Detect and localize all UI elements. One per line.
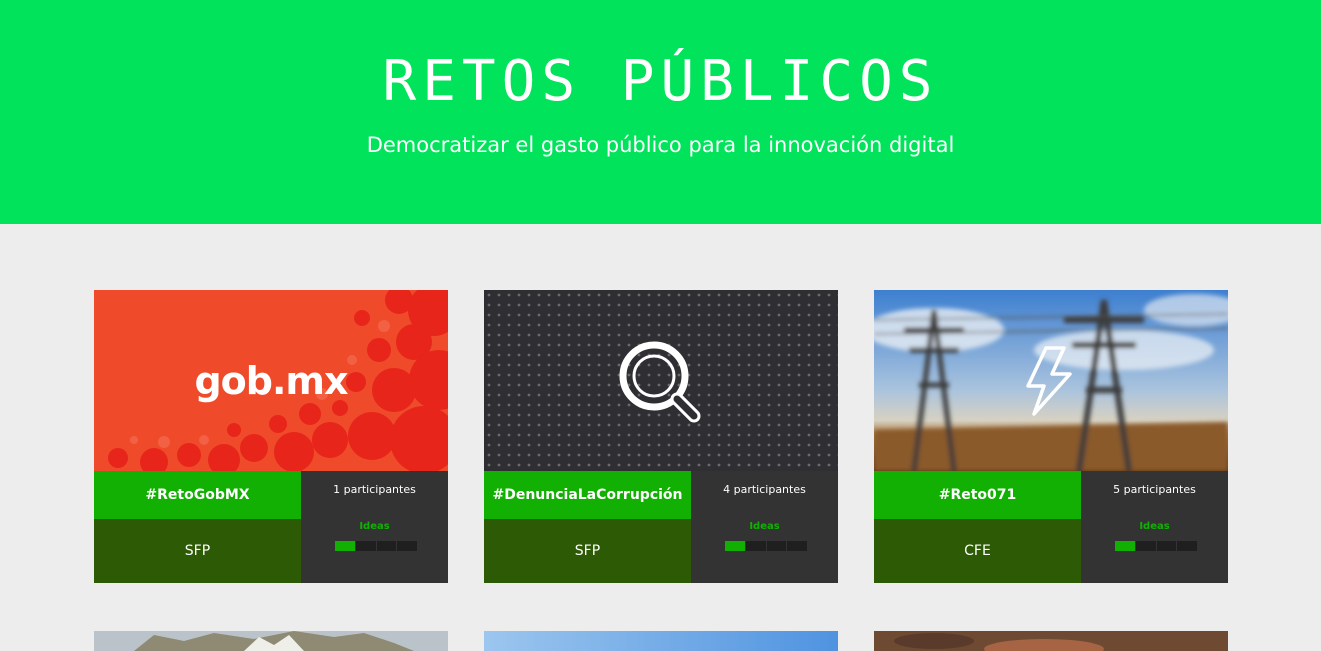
progress-segment (355, 541, 376, 551)
progress-segment (397, 541, 417, 551)
card-participants: 1 participantes (333, 483, 416, 496)
card-organization: SFP (484, 519, 691, 583)
card-participants: 4 participantes (723, 483, 806, 496)
progress-segment (1177, 541, 1197, 551)
card-image-partial (484, 631, 838, 651)
card-hashtag[interactable]: #Reto071 (874, 471, 1081, 519)
challenge-card-partial[interactable] (484, 631, 838, 651)
progress-segment (335, 541, 355, 551)
progress-segment (1115, 541, 1135, 551)
challenge-card-partial[interactable] (94, 631, 448, 651)
card-organization: SFP (94, 519, 301, 583)
card-image-partial (874, 631, 1228, 651)
challenge-card-partial[interactable] (874, 631, 1228, 651)
progress-segment (766, 541, 787, 551)
challenge-card[interactable]: #Reto071 CFE 5 participantes Ideas (874, 290, 1228, 583)
hero-banner: RETOS PÚBLICOS Democratizar el gasto púb… (0, 0, 1321, 224)
progress-segment (725, 541, 745, 551)
power-towers-image (874, 290, 1228, 471)
card-image[interactable] (874, 290, 1228, 471)
progress-segment (745, 541, 766, 551)
card-hashtag[interactable]: #DenunciaLaCorrupción (484, 471, 691, 519)
site-title: RETOS PÚBLICOS (382, 49, 939, 114)
card-stage-label: Ideas (359, 521, 390, 532)
card-stats: 1 participantes Ideas (301, 471, 448, 583)
card-stage-label: Ideas (1139, 521, 1170, 532)
dotted-pattern-image (484, 290, 838, 471)
card-stage-progress (335, 541, 417, 551)
challenge-card[interactable]: #DenunciaLaCorrupción SFP 4 participante… (484, 290, 838, 583)
card-hashtag[interactable]: #RetoGobMX (94, 471, 301, 519)
gobmx-logo-text: gob.mx (194, 358, 348, 403)
progress-segment (1156, 541, 1177, 551)
card-participants: 5 participantes (1113, 483, 1196, 496)
site-subtitle: Democratizar el gasto público para la in… (366, 133, 955, 157)
card-image[interactable]: gob.mx (94, 290, 448, 471)
card-stats: 4 participantes Ideas (691, 471, 838, 583)
card-stage-progress (1115, 541, 1197, 551)
card-image-partial (94, 631, 448, 651)
progress-segment (787, 541, 807, 551)
card-stats: 5 participantes Ideas (1081, 471, 1228, 583)
progress-segment (376, 541, 397, 551)
card-stage-progress (725, 541, 807, 551)
progress-segment (1135, 541, 1156, 551)
card-organization: CFE (874, 519, 1081, 583)
card-image[interactable] (484, 290, 838, 471)
card-stage-label: Ideas (749, 521, 780, 532)
challenge-card[interactable]: gob.mx #RetoGobMX SFP 1 participantes Id… (94, 290, 448, 583)
